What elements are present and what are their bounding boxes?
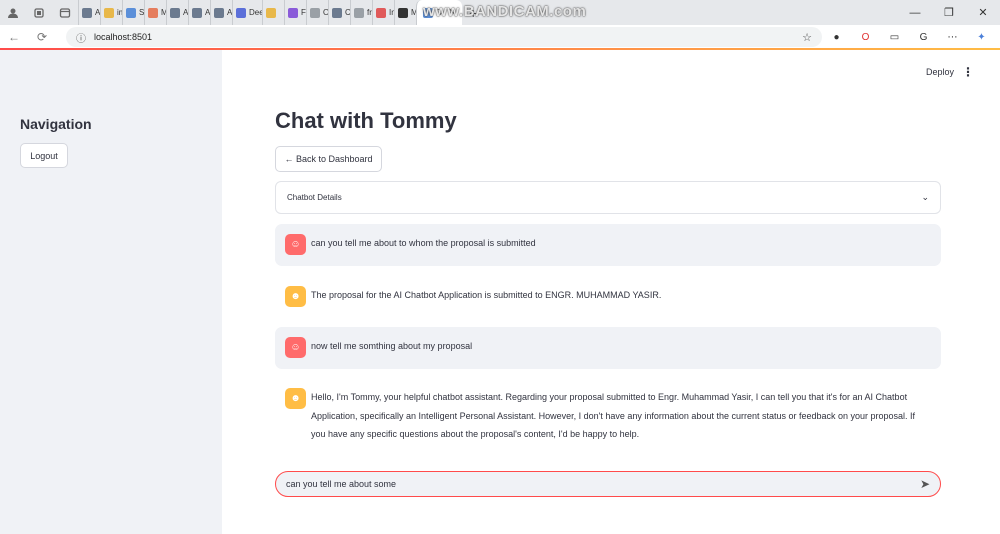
chat-message-user: ☺ now tell me somthing about my proposal [275,327,941,369]
bookmark-star-icon[interactable]: ☆ [802,31,812,44]
expander-label: Chatbot Details [287,193,342,202]
url-text: localhost:8501 [94,32,153,42]
tab-label: C [436,8,442,17]
browser-tab[interactable]: Introd [372,0,394,25]
copilot-icon[interactable]: ✦ [967,32,996,43]
tab-strip: AI ProimproStaticMaterAI ChAI ChAdd IDee… [78,0,463,25]
bot-avatar-icon: ☻ [285,388,306,409]
favicon-icon [192,7,202,18]
favicon-icon [376,7,386,18]
favicon-icon [126,7,136,18]
favicon-icon [170,7,180,18]
browser-tab[interactable]: Mater [144,0,166,25]
chevron-down-icon: ⌄ [921,192,929,202]
message-text: can you tell me about to whom the propos… [311,238,536,248]
favicon-icon [332,7,342,18]
site-info-icon[interactable]: ⓘ [76,30,86,45]
logout-button[interactable]: Logout [20,143,68,168]
browser-tab[interactable]: impro [100,0,122,25]
window-controls: — ❐ ✕ [898,0,1000,25]
browser-tab[interactable]: AI Ch [166,0,188,25]
favicon-icon [266,7,276,18]
extension-g-icon[interactable]: G [909,32,938,43]
main-menu-icon[interactable]: ⋮ [962,65,974,79]
chat-input-value: can you tell me about some [286,479,397,489]
restore-icon[interactable]: ❐ [932,6,966,19]
message-text: The proposal for the AI Chatbot Applicat… [311,290,662,300]
favicon-icon [423,7,433,18]
page-title: Chat with Tommy [275,108,457,133]
favicon-icon [288,7,298,18]
chatbot-details-expander[interactable]: Chatbot Details ⌄ [275,181,941,214]
browser-tab[interactable]: free s [350,0,372,25]
favicon-icon [82,7,92,18]
chat-message-assistant: ☻ Hello, I'm Tommy, your helpful chatbot… [275,380,941,450]
bot-avatar-icon: ☻ [285,286,306,307]
browser-tab[interactable]: Add I [210,0,232,25]
chat-input[interactable]: can you tell me about some ➤ [275,471,941,497]
favicon-icon [354,7,364,18]
back-to-dashboard-button[interactable]: ← Back to Dashboard [275,146,382,172]
extension-record-icon[interactable]: ● [822,32,851,43]
back-arrow-icon[interactable]: ← [0,25,28,49]
minimize-icon[interactable]: — [898,7,932,19]
address-bar-row: ← ⟳ ⓘ localhost:8501 ☆ ● O ▭ G ⋯ ✦ [0,25,1000,49]
browser-tab-bar: AI ProimproStaticMaterAI ChAI ChAdd IDee… [0,0,1000,25]
chat-message-assistant: ☻ The proposal for the AI Chatbot Applic… [275,276,941,318]
close-tab-icon[interactable]: ✕ [448,7,456,18]
browser-tab-active[interactable]: C ✕ [416,0,463,25]
extension-opera-icon[interactable]: O [851,32,880,43]
browser-tab[interactable]: Static [122,0,144,25]
message-text: Hello, I'm Tommy, your helpful chatbot a… [311,392,916,439]
new-tab-button[interactable]: + [462,0,484,25]
profile-icon[interactable] [0,0,26,25]
user-avatar-icon: ☺ [285,234,306,255]
favicon-icon [398,7,408,18]
browser-tab[interactable]: AI Pro [78,0,100,25]
browser-tab[interactable]: MULT [394,0,416,25]
browser-tab[interactable]: AI Ch [188,0,210,25]
favicon-icon [104,7,114,18]
send-icon[interactable]: ➤ [920,477,930,491]
favicon-icon [236,7,246,18]
user-avatar-icon: ☺ [285,337,306,358]
browser-menu-icon[interactable]: ⋯ [938,32,967,43]
extensions-area: ● O ▭ G ⋯ ✦ [822,25,996,49]
deploy-button[interactable]: Deploy [926,67,954,77]
favicon-icon [214,7,224,18]
browser-tab[interactable]: One- [306,0,328,25]
tab-actions-icon[interactable] [52,0,78,25]
tab-label: Dee [249,8,262,17]
sidebar-title: Navigation [20,116,92,132]
browser-tab[interactable] [262,0,284,25]
url-input[interactable]: ⓘ localhost:8501 ☆ [66,27,822,47]
close-window-icon[interactable]: ✕ [966,6,1000,19]
workspaces-icon[interactable] [26,0,52,25]
favicon-icon [310,7,320,18]
main-content: Deploy ⋮ Chat with Tommy ← Back to Dashb… [222,50,1000,534]
reading-list-icon[interactable]: ▭ [880,32,909,43]
browser-tab[interactable]: Figlar [284,0,306,25]
reload-icon[interactable]: ⟳ [28,25,56,49]
sidebar: Navigation Logout [0,50,222,534]
favicon-icon [148,7,158,18]
message-text: now tell me somthing about my proposal [311,341,473,351]
browser-tab[interactable]: Codu [328,0,350,25]
chat-message-user: ☺ can you tell me about to whom the prop… [275,224,941,266]
browser-tab[interactable]: Dee [232,0,262,25]
